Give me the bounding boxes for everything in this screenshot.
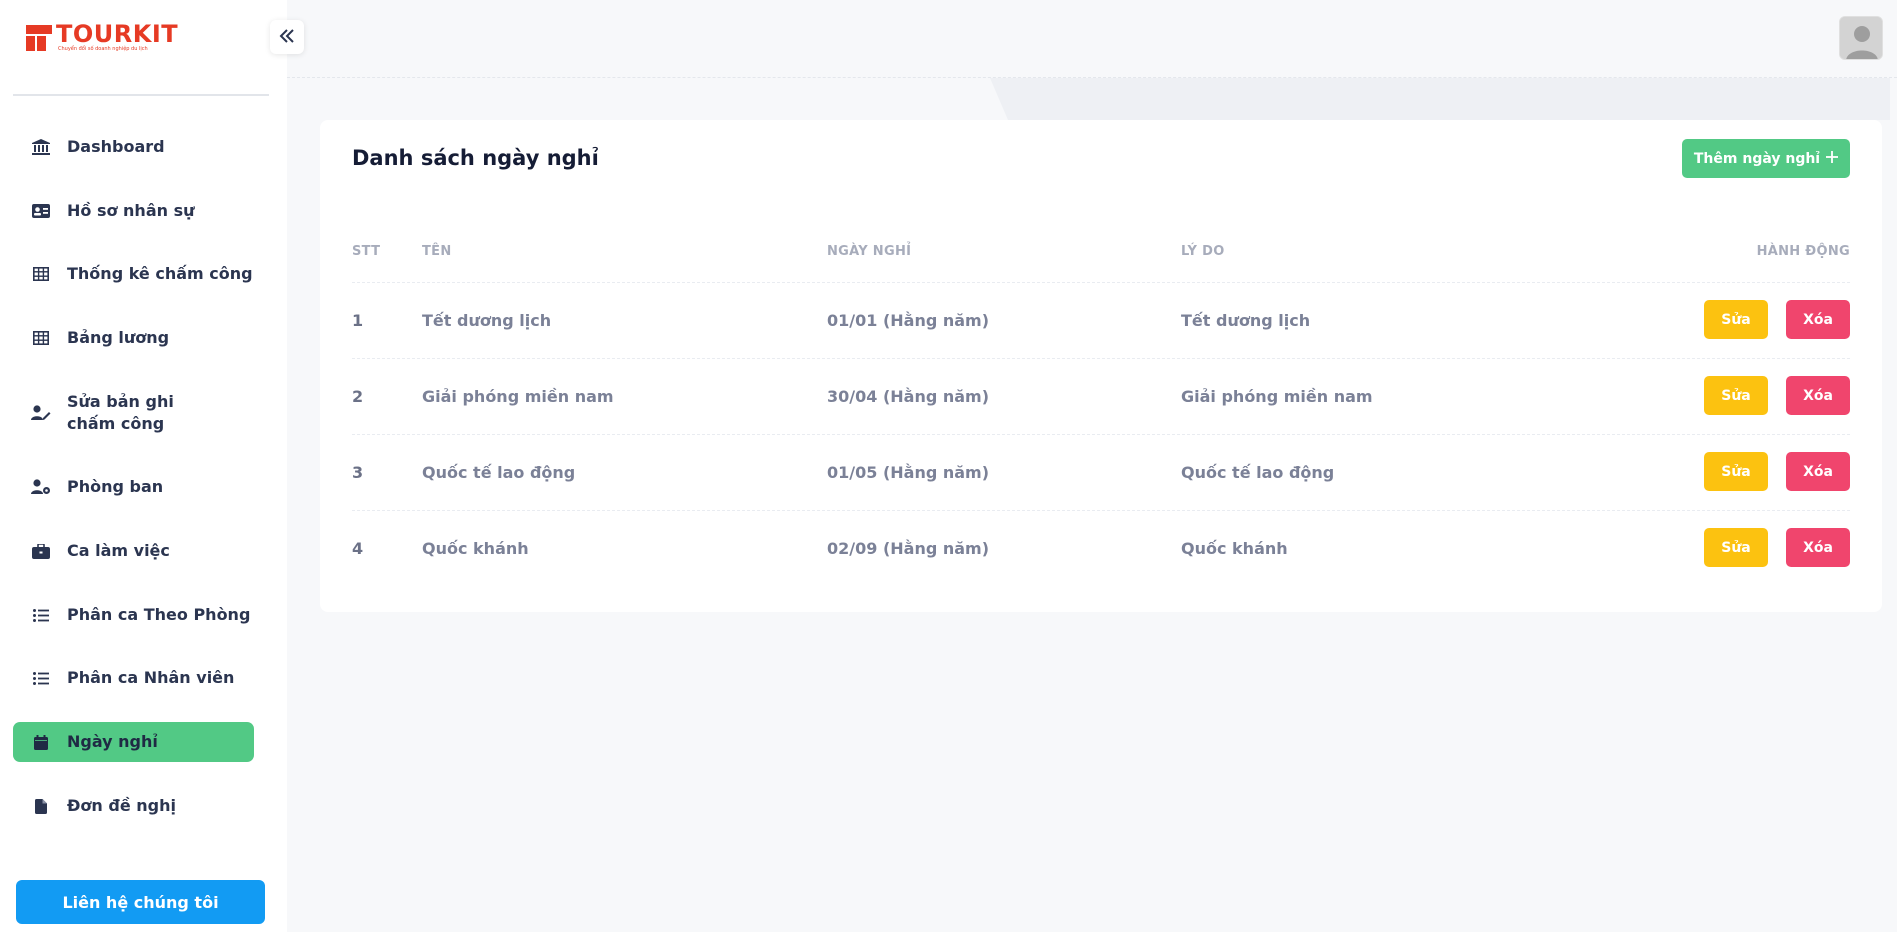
- sidebar-item-label: Phòng ban: [67, 477, 164, 496]
- row-date: 30/04 (Hằng năm): [827, 387, 990, 406]
- collapse-sidebar-button[interactable]: [270, 20, 304, 54]
- sidebar-item-label: Sửa bản ghi chấm công: [67, 392, 174, 433]
- add-holiday-button-label: Thêm ngày nghỉ: [1693, 150, 1821, 167]
- column-header-stt: STT: [352, 244, 381, 259]
- file-icon: [29, 798, 53, 814]
- table-row: 2 Giải phóng miền nam 30/04 (Hằng năm) G…: [352, 358, 1850, 434]
- list-icon: [29, 608, 53, 622]
- sidebar-item-thong-ke-cham-cong[interactable]: Thống kê chấm công: [13, 259, 254, 289]
- column-header-reason: LÝ DO: [1181, 244, 1225, 259]
- table-row: 1 Tết dương lịch 01/01 (Hằng năm) Tết dư…: [352, 282, 1850, 358]
- header-background-shape: [990, 78, 1890, 120]
- avatar[interactable]: [1839, 16, 1883, 60]
- tourkit-logo-icon: [26, 23, 54, 53]
- top-bar: [287, 0, 1897, 78]
- sidebar-item-don-de-nghi[interactable]: Đơn đề nghị: [13, 791, 254, 821]
- user-gear-icon: [29, 479, 53, 495]
- grid-table-icon: [29, 331, 53, 345]
- edit-button[interactable]: Sửa: [1704, 300, 1768, 339]
- sidebar-item-ngay-nghi[interactable]: Ngày nghỉ: [13, 722, 254, 762]
- sidebar-item-label: Phân ca Nhân viên: [67, 668, 235, 687]
- grid-table-icon: [29, 267, 53, 281]
- sidebar-item-phan-ca-nhan-vien[interactable]: Phân ca Nhân viên: [13, 663, 254, 693]
- row-reason: Giải phóng miền nam: [1181, 387, 1373, 406]
- list-icon: [29, 671, 53, 685]
- edit-button[interactable]: Sửa: [1704, 452, 1768, 491]
- row-name: Giải phóng miền nam: [422, 387, 614, 406]
- column-header-date: NGÀY NGHỈ: [827, 244, 912, 259]
- delete-button[interactable]: Xóa: [1786, 528, 1850, 567]
- edit-button[interactable]: Sửa: [1704, 376, 1768, 415]
- sidebar-item-label: Ngày nghỉ: [67, 732, 158, 751]
- column-header-name: TÊN: [422, 244, 452, 259]
- delete-button[interactable]: Xóa: [1786, 300, 1850, 339]
- bank-icon: [29, 139, 53, 155]
- sidebar-item-phan-ca-theo-phong[interactable]: Phân ca Theo Phòng: [13, 600, 254, 630]
- row-name: Quốc tế lao động: [422, 463, 576, 482]
- row-stt: 4: [352, 539, 364, 558]
- sidebar-item-label: Hồ sơ nhân sự: [67, 201, 195, 220]
- add-holiday-button[interactable]: Thêm ngày nghỉ: [1682, 139, 1850, 178]
- row-reason: Tết dương lịch: [1181, 311, 1311, 330]
- delete-button[interactable]: Xóa: [1786, 376, 1850, 415]
- delete-button[interactable]: Xóa: [1786, 452, 1850, 491]
- brand-name: TOURKIT: [56, 20, 179, 48]
- sidebar-item-ho-so-nhan-su[interactable]: Hồ sơ nhân sự: [13, 196, 254, 226]
- calendar-icon: [29, 734, 53, 750]
- row-reason: Quốc khánh: [1181, 539, 1288, 558]
- sidebar: TOURKIT Chuyển đổi số doanh nghiệp du lị…: [0, 0, 287, 932]
- holiday-list-card: Danh sách ngày nghỉ Thêm ngày nghỉ STT T…: [320, 120, 1882, 612]
- brand-logo[interactable]: TOURKIT Chuyển đổi số doanh nghiệp du lị…: [26, 22, 178, 53]
- row-stt: 1: [352, 311, 364, 330]
- table-row: 4 Quốc khánh 02/09 (Hằng năm) Quốc khánh…: [352, 510, 1850, 586]
- sidebar-divider: [13, 94, 269, 96]
- row-stt: 2: [352, 387, 364, 406]
- sidebar-item-label: Bảng lương: [67, 328, 170, 347]
- sidebar-item-phong-ban[interactable]: Phòng ban: [13, 472, 254, 502]
- briefcase-icon: [29, 543, 53, 559]
- column-header-actions: HÀNH ĐỘNG: [1756, 244, 1850, 259]
- double-chevron-left-icon: [279, 28, 295, 47]
- id-card-icon: [29, 204, 53, 218]
- table-row: 3 Quốc tế lao động 01/05 (Hằng năm) Quốc…: [352, 434, 1850, 510]
- sidebar-item-dashboard[interactable]: Dashboard: [13, 132, 254, 162]
- sidebar-item-label: Thống kê chấm công: [67, 264, 253, 283]
- sidebar-item-ca-lam-viec[interactable]: Ca làm việc: [13, 536, 254, 566]
- row-stt: 3: [352, 463, 364, 482]
- sidebar-item-bang-luong[interactable]: Bảng lương: [13, 323, 254, 353]
- sidebar-item-label: Đơn đề nghị: [67, 796, 176, 815]
- sidebar-item-label: Dashboard: [67, 137, 165, 156]
- contact-us-button[interactable]: Liên hệ chúng tôi: [16, 880, 265, 924]
- row-reason: Quốc tế lao động: [1181, 463, 1335, 482]
- user-edit-icon: [29, 405, 53, 421]
- row-date: 01/05 (Hằng năm): [827, 463, 990, 482]
- plus-icon: [1826, 150, 1839, 167]
- edit-button[interactable]: Sửa: [1704, 528, 1768, 567]
- sidebar-item-label: Ca làm việc: [67, 541, 170, 560]
- user-avatar-icon: [1840, 17, 1882, 59]
- row-name: Tết dương lịch: [422, 311, 552, 330]
- row-date: 02/09 (Hằng năm): [827, 539, 990, 558]
- sidebar-item-label: Phân ca Theo Phòng: [67, 605, 251, 624]
- row-date: 01/01 (Hằng năm): [827, 311, 990, 330]
- sidebar-item-sua-ban-ghi-cham-cong[interactable]: Sửa bản ghi chấm công: [13, 389, 254, 437]
- page-title: Danh sách ngày nghỉ: [352, 146, 599, 170]
- row-name: Quốc khánh: [422, 539, 529, 558]
